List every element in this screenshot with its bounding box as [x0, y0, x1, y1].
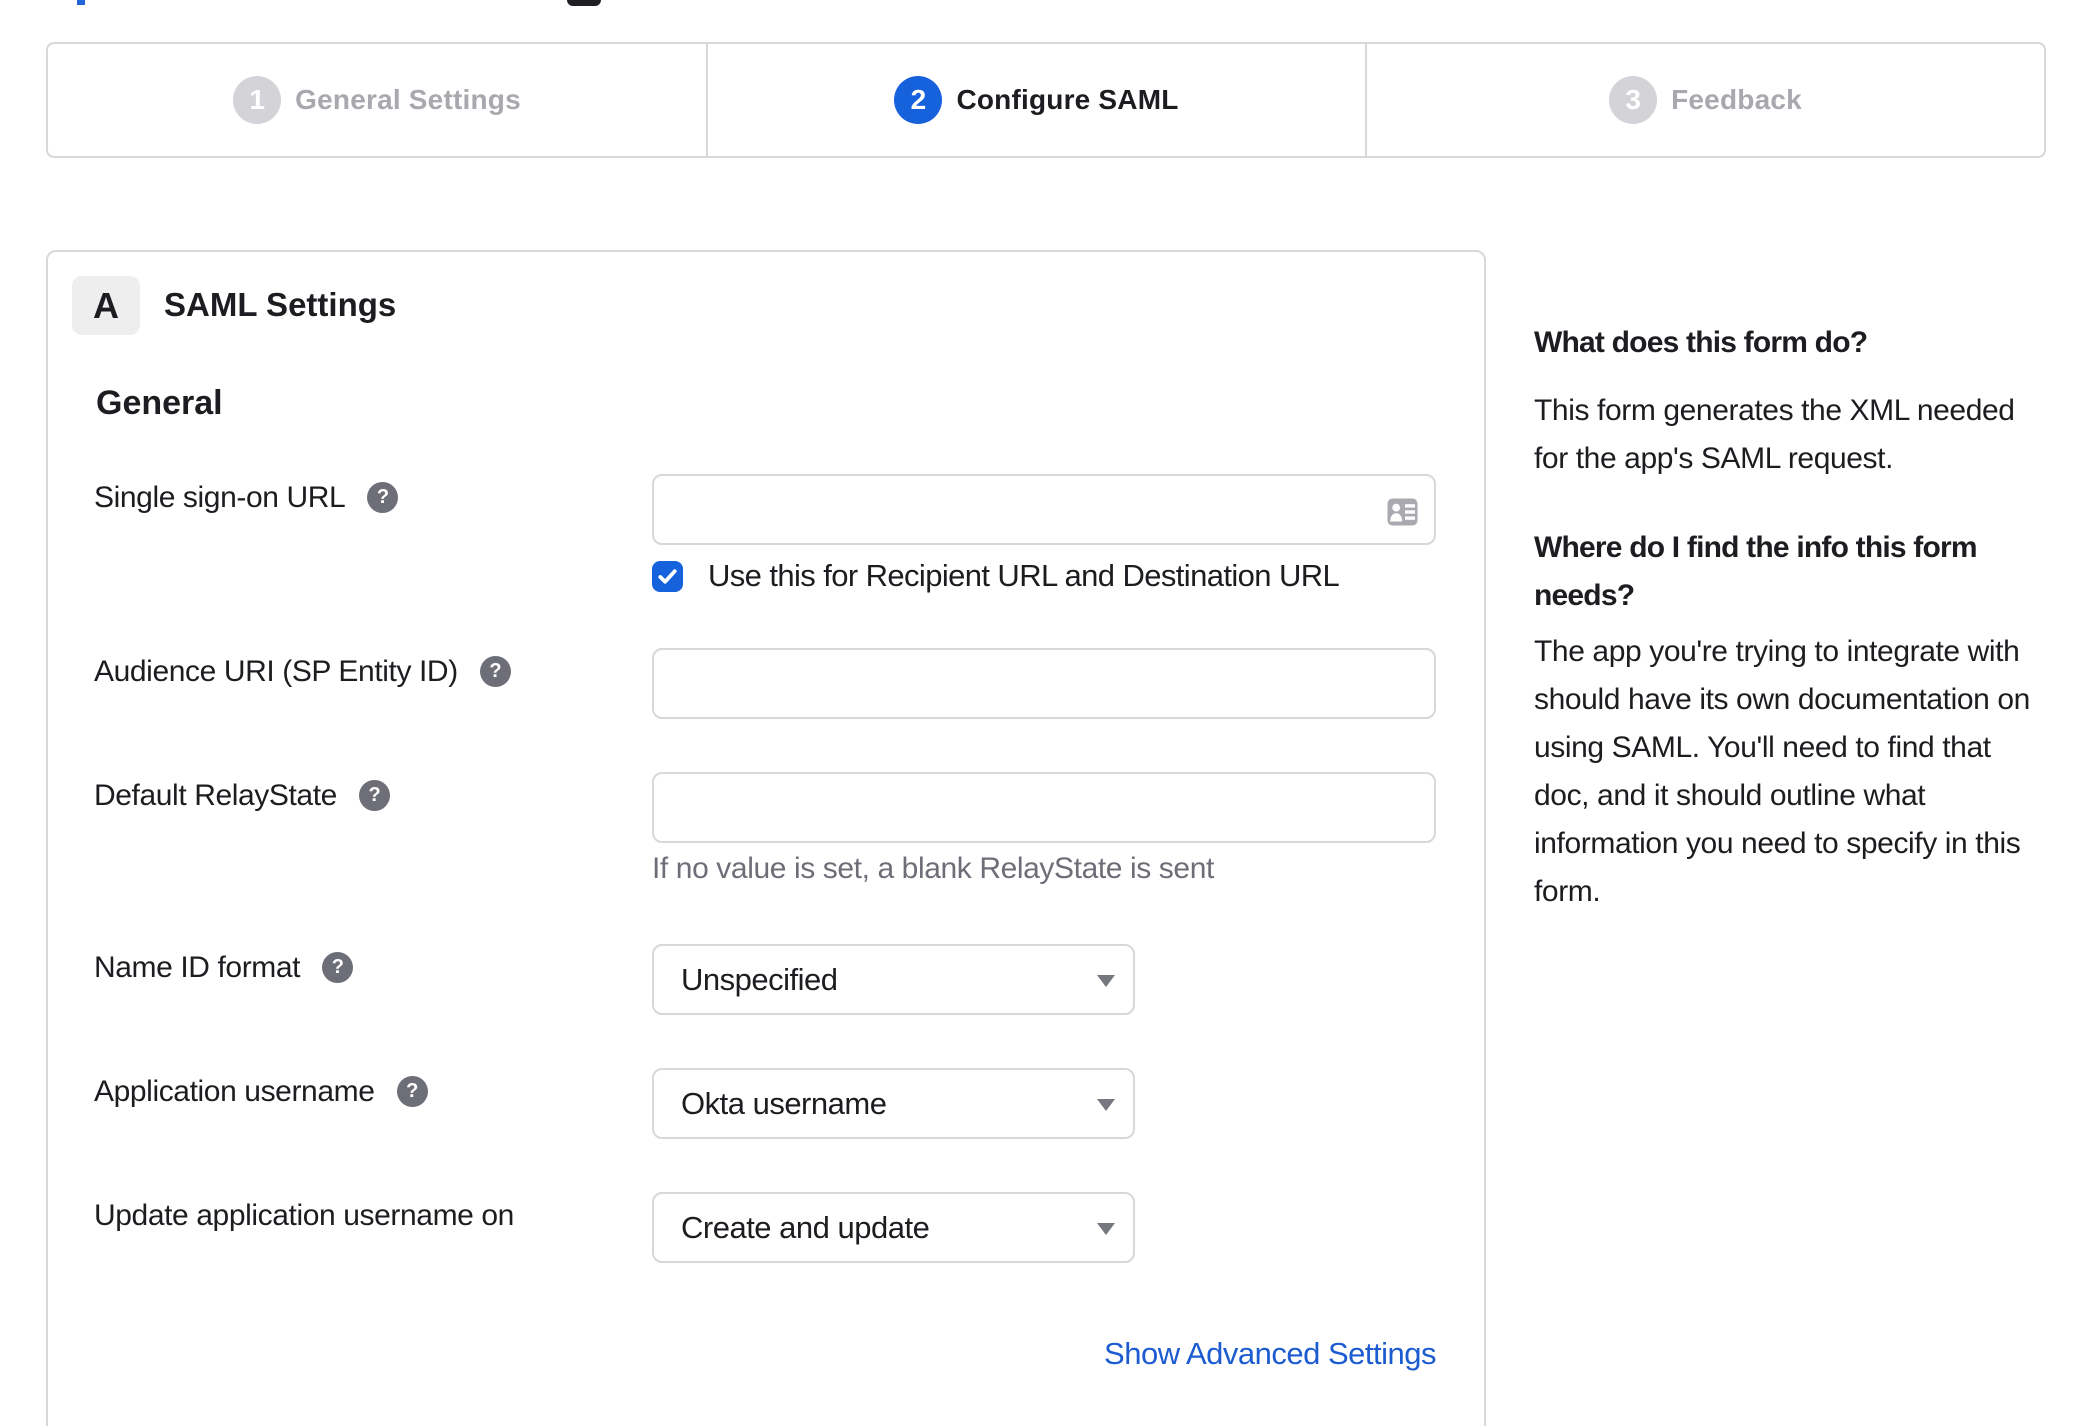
update-username-label-text: Update application username on — [94, 1199, 514, 1232]
name-id-format-label-text: Name ID format — [94, 951, 301, 984]
sidebar-heading-where: Where do I find the info this form needs… — [1534, 524, 2054, 620]
sidebar-text-line: The app you're trying to integrate with — [1534, 635, 2020, 668]
sso-url-label-text: Single sign-on URL — [94, 481, 346, 514]
general-group-heading: General — [96, 384, 223, 422]
sidebar-text-line: information you need to specify in this — [1534, 827, 2021, 860]
update-username-caret-icon — [1097, 1222, 1115, 1235]
recipient-url-checkbox-label: Use this for Recipient URL and Destinati… — [708, 558, 1340, 593]
audience-uri-help-icon[interactable]: ? — [479, 655, 511, 687]
step-1-number-badge: 1 — [233, 76, 282, 124]
step-1-label: General Settings — [295, 84, 521, 115]
app-username-label: Application username? — [94, 1068, 634, 1116]
sidebar-heading-what: What does this form do? — [1534, 319, 2054, 367]
step-feedback[interactable]: 3 Feedback — [1365, 44, 2044, 156]
checkmark-icon — [658, 568, 677, 584]
page-title-text-remnant — [567, 0, 601, 6]
sidebar-paragraph-where: The app you're trying to integrate with … — [1534, 628, 2054, 916]
sidebar-heading-where-line: needs? — [1534, 579, 1635, 612]
sidebar-heading-where-line: Where do I find the info this form — [1534, 531, 1978, 564]
sidebar-text-line: This form generates the XML needed — [1534, 394, 2015, 427]
app-username-help-icon[interactable]: ? — [396, 1075, 428, 1107]
app-username-caret-icon — [1097, 1098, 1115, 1111]
recipient-url-checkbox[interactable] — [652, 560, 683, 592]
relaystate-input[interactable] — [652, 772, 1436, 843]
saml-settings-panel: A SAML Settings General Single sign-on U… — [46, 250, 1486, 1426]
sidebar-text-line: should have its own documentation on — [1534, 683, 2030, 716]
sso-url-input[interactable] — [652, 474, 1436, 545]
step-3-label: Feedback — [1671, 84, 1802, 115]
sidebar-text-line: form. — [1534, 875, 1601, 908]
update-username-select[interactable]: Create and update — [652, 1192, 1135, 1263]
step-configure-saml[interactable]: 2 Configure SAML — [706, 44, 1365, 156]
sidebar-paragraph-what: This form generates the XML needed for t… — [1534, 387, 2054, 483]
step-general-settings[interactable]: 1 General Settings — [48, 44, 706, 156]
sso-url-help-icon[interactable]: ? — [367, 481, 399, 513]
wizard-stepper: 1 General Settings 2 Configure SAML 3 Fe… — [46, 42, 2046, 158]
recipient-url-checkbox-row: Use this for Recipient URL and Destinati… — [652, 558, 1340, 594]
audience-uri-input[interactable] — [652, 648, 1436, 719]
section-title: SAML Settings — [164, 286, 397, 323]
show-advanced-settings-link[interactable]: Show Advanced Settings — [1104, 1330, 1436, 1378]
relaystate-hint: If no value is set, a blank RelayState i… — [652, 852, 1214, 885]
sidebar-text-line: using SAML. You'll need to find that — [1534, 731, 1991, 764]
step-2-label: Configure SAML — [956, 84, 1179, 115]
relaystate-label: Default RelayState? — [94, 772, 634, 820]
name-id-format-label: Name ID format? — [94, 944, 634, 992]
sidebar-text-line: for the app's SAML request. — [1534, 442, 1894, 475]
name-id-format-help-icon[interactable]: ? — [322, 951, 354, 983]
audience-uri-label: Audience URI (SP Entity ID)? — [94, 648, 634, 696]
sidebar-heading-what-line: What does this form do? — [1534, 326, 1868, 359]
relaystate-label-text: Default RelayState — [94, 779, 337, 812]
step-2-number-badge: 2 — [894, 76, 943, 124]
page-title-accent-remnant — [77, 0, 85, 5]
section-letter-badge: A — [72, 276, 140, 335]
app-username-value: Okta username — [681, 1085, 887, 1121]
name-id-format-value: Unspecified — [681, 961, 838, 997]
configure-saml-page: 1 General Settings 2 Configure SAML 3 Fe… — [0, 0, 2092, 1426]
sidebar-text-line: doc, and it should outline what — [1534, 779, 1926, 812]
sso-url-label: Single sign-on URL? — [94, 474, 634, 522]
app-username-select[interactable]: Okta username — [652, 1068, 1135, 1139]
app-username-label-text: Application username — [94, 1075, 375, 1108]
relaystate-help-icon[interactable]: ? — [358, 779, 390, 811]
contact-card-icon — [1387, 498, 1418, 526]
update-username-value: Create and update — [681, 1209, 930, 1245]
name-id-format-caret-icon — [1097, 974, 1115, 987]
step-3-number-badge: 3 — [1609, 76, 1658, 124]
name-id-format-select[interactable]: Unspecified — [652, 944, 1135, 1015]
audience-uri-label-text: Audience URI (SP Entity ID) — [94, 655, 458, 688]
update-username-label: Update application username on — [94, 1192, 634, 1240]
